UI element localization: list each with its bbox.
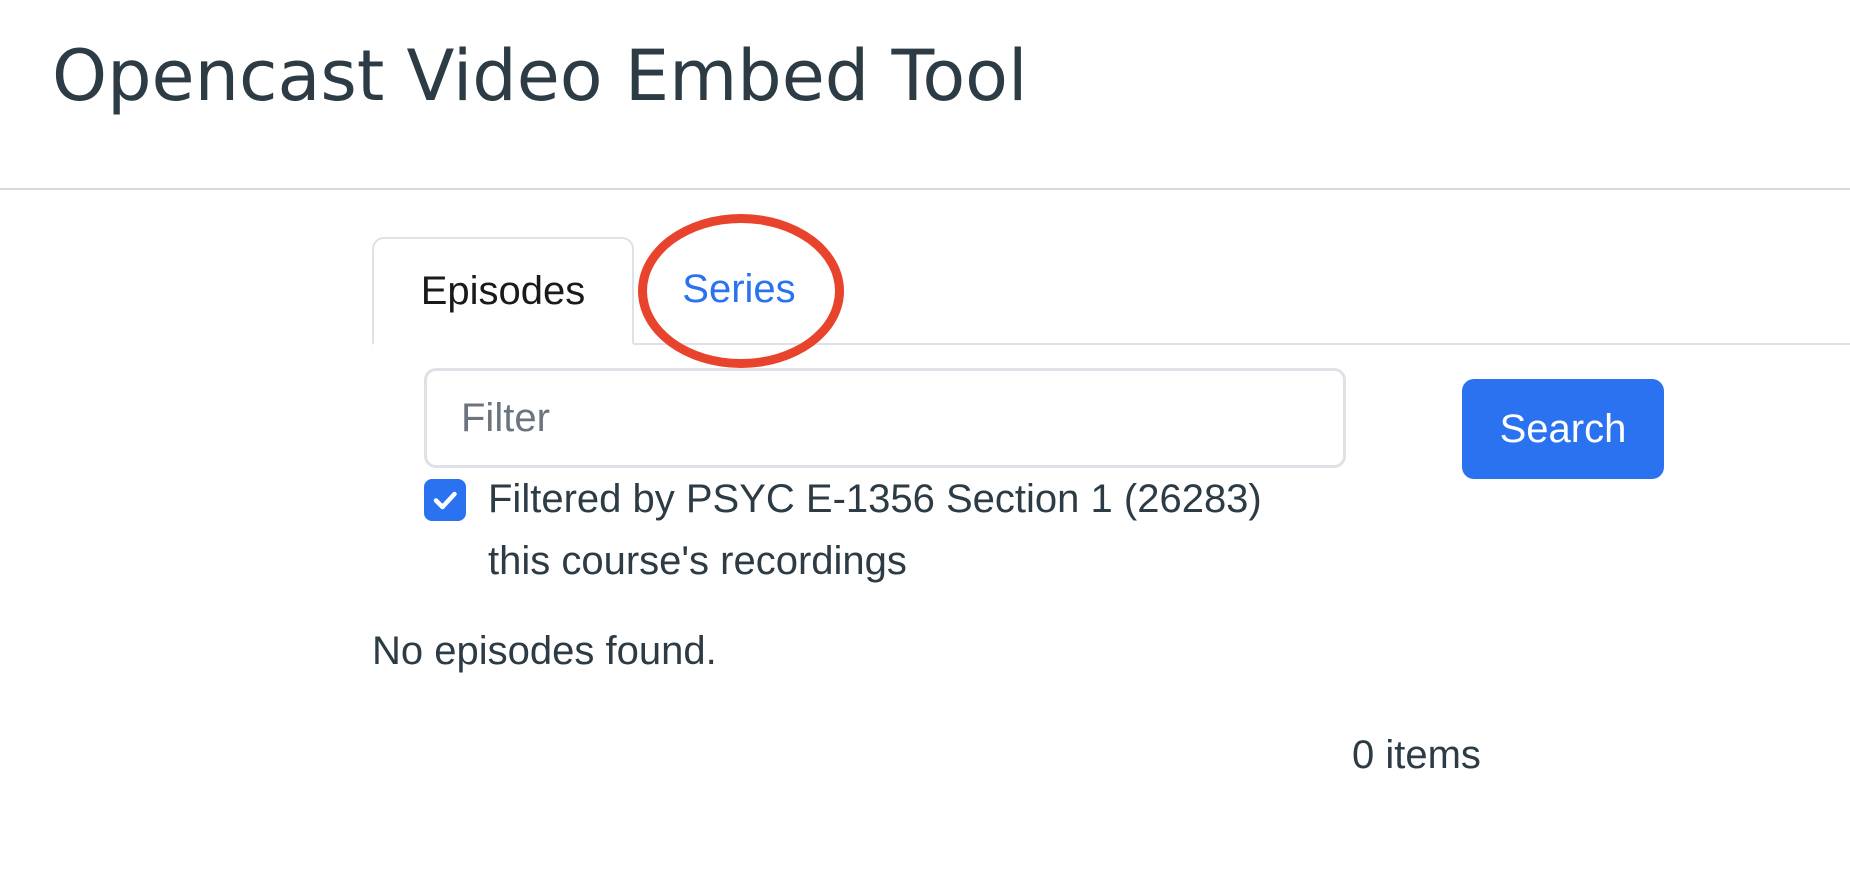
page: Opencast Video Embed Tool Episodes Serie… bbox=[0, 0, 1850, 872]
header-divider bbox=[0, 188, 1850, 190]
tab-episodes[interactable]: Episodes bbox=[372, 237, 634, 345]
tab-series[interactable]: Series bbox=[650, 237, 828, 345]
empty-results-message: No episodes found. bbox=[372, 629, 717, 673]
item-count: 0 items bbox=[1352, 733, 1481, 777]
course-filter-checkbox[interactable] bbox=[424, 479, 466, 521]
search-button[interactable]: Search bbox=[1462, 379, 1664, 479]
course-filter-label: Filtered by PSYC E-1356 Section 1 (26283… bbox=[488, 468, 1262, 592]
course-filter-label-line1: Filtered by PSYC E-1356 Section 1 (26283… bbox=[488, 477, 1262, 521]
check-icon bbox=[433, 491, 457, 510]
filter-input[interactable] bbox=[424, 368, 1346, 468]
course-filter-label-line2: this course's recordings bbox=[488, 539, 907, 583]
page-title: Opencast Video Embed Tool bbox=[52, 35, 1028, 117]
